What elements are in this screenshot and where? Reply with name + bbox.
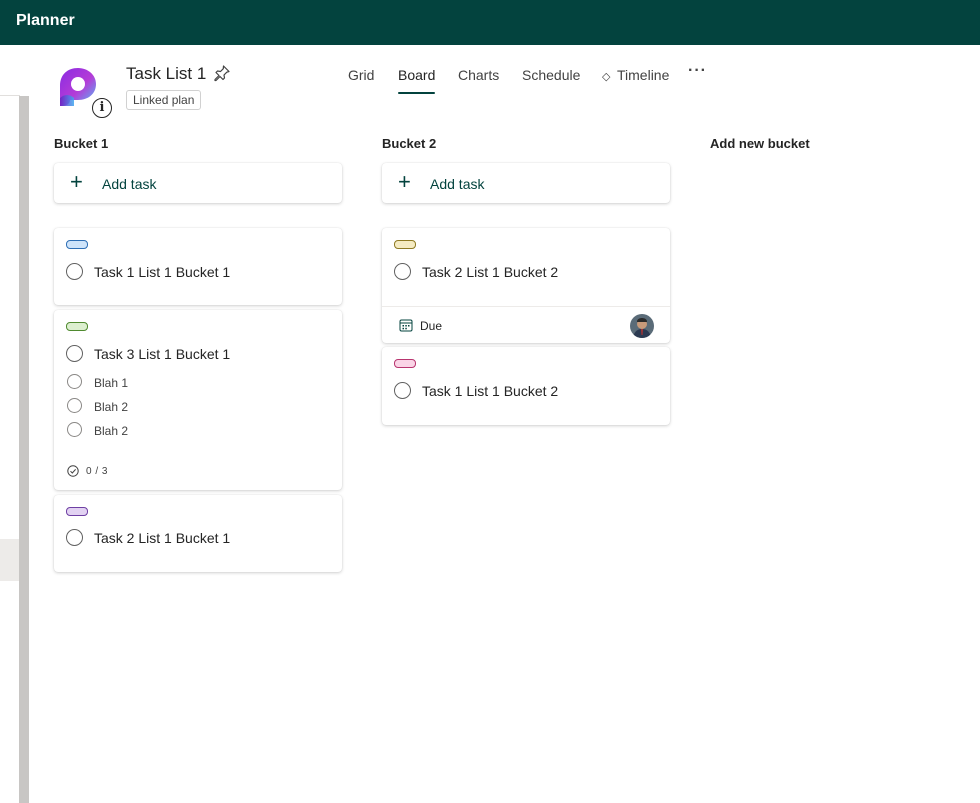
- checklist-item-checkbox[interactable]: [67, 374, 82, 389]
- app-header: Planner: [0, 0, 980, 45]
- checklist-icon: [67, 465, 79, 477]
- checklist-item-checkbox[interactable]: [67, 422, 82, 437]
- add-task-label: Add task: [102, 176, 157, 192]
- task-title: Task 2 List 1 Bucket 1: [94, 530, 231, 546]
- task-card[interactable]: Task 2 List 1 Bucket 1: [54, 495, 342, 572]
- task-card[interactable]: Task 1 List 1 Bucket 1: [54, 228, 342, 305]
- task-title: Task 3 List 1 Bucket 1: [94, 346, 231, 362]
- complete-task-checkbox[interactable]: [394, 263, 411, 280]
- task-title: Task 2 List 1 Bucket 2: [422, 264, 559, 280]
- more-options-icon[interactable]: ···: [688, 62, 707, 80]
- app-title[interactable]: Planner: [16, 12, 75, 30]
- plus-icon: +: [398, 169, 411, 194]
- add-task-button[interactable]: + Add task: [382, 163, 670, 203]
- assignee-avatar[interactable]: [630, 314, 654, 338]
- label-tag: [66, 507, 88, 516]
- complete-task-checkbox[interactable]: [394, 382, 411, 399]
- task-title: Task 1 List 1 Bucket 1: [94, 264, 231, 280]
- info-icon[interactable]: i: [92, 98, 112, 118]
- rail-scrollbar[interactable]: [19, 96, 29, 803]
- card-divider: [382, 306, 670, 307]
- checklist-item-label: Blah 2: [94, 424, 129, 438]
- rail-selected-item[interactable]: [0, 539, 19, 581]
- label-tag: [394, 359, 416, 368]
- pin-icon[interactable]: [213, 64, 231, 82]
- complete-task-checkbox[interactable]: [66, 345, 83, 362]
- linked-plan-badge[interactable]: Linked plan: [126, 90, 202, 110]
- task-card[interactable]: Task 3 List 1 Bucket 1 Blah 1 Blah 2 Bla…: [54, 310, 342, 490]
- label-tag: [394, 240, 416, 249]
- plan-title[interactable]: Task List 1: [126, 64, 206, 84]
- task-title: Task 1 List 1 Bucket 2: [422, 383, 559, 399]
- add-task-label: Add task: [430, 176, 485, 192]
- add-task-button[interactable]: + Add task: [54, 163, 342, 203]
- tab-charts[interactable]: Charts: [458, 67, 499, 83]
- calendar-icon: [399, 319, 413, 332]
- complete-task-checkbox[interactable]: [66, 263, 83, 280]
- bucket-title[interactable]: Bucket 1: [54, 136, 108, 151]
- checklist-item-checkbox[interactable]: [67, 398, 82, 413]
- tab-timeline-label: Timeline: [617, 67, 670, 83]
- task-card[interactable]: Task 1 List 1 Bucket 2: [382, 347, 670, 425]
- checklist-progress: 0 / 3: [86, 466, 108, 477]
- left-rail: [0, 45, 30, 803]
- complete-task-checkbox[interactable]: [66, 529, 83, 546]
- label-tag: [66, 240, 88, 249]
- checklist-item-label: Blah 1: [94, 376, 129, 390]
- label-tag: [66, 322, 88, 331]
- bucket-title[interactable]: Bucket 2: [382, 136, 436, 151]
- active-tab-indicator: [398, 92, 435, 94]
- tab-schedule[interactable]: Schedule: [522, 67, 580, 83]
- diamond-icon: ◇: [602, 71, 611, 83]
- tab-board[interactable]: Board: [398, 67, 435, 83]
- rail-divider: [0, 95, 20, 96]
- tab-timeline[interactable]: ◇ Timeline: [602, 67, 669, 83]
- tab-grid[interactable]: Grid: [348, 67, 374, 83]
- plus-icon: +: [70, 169, 83, 194]
- due-date-label[interactable]: Due: [420, 319, 442, 333]
- checklist-item-label: Blah 2: [94, 400, 129, 414]
- task-card[interactable]: Task 2 List 1 Bucket 2 Due: [382, 228, 670, 343]
- add-new-bucket-button[interactable]: Add new bucket: [710, 136, 810, 151]
